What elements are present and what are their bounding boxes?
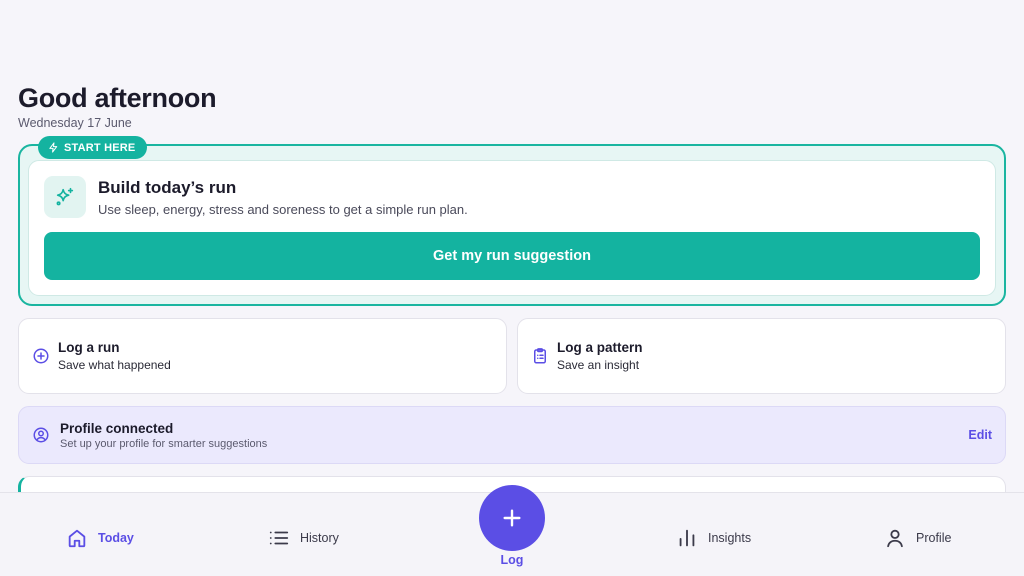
build-run-subtitle: Use sleep, energy, stress and soreness t…: [98, 202, 468, 217]
build-run-card: Build today’s run Use sleep, energy, str…: [28, 160, 996, 296]
nav-label-log[interactable]: Log: [479, 553, 545, 567]
log-pattern-subtitle: Save an insight: [557, 358, 640, 372]
user-icon: [887, 529, 903, 548]
nav-item-today[interactable]: Today: [66, 527, 134, 549]
log-run-title: Log a run: [58, 340, 120, 355]
log-pattern-card[interactable]: Log a pattern Save an insight: [517, 318, 1006, 394]
clipboard-list-icon: [534, 348, 546, 364]
log-run-card[interactable]: Log a run Save what happened: [18, 318, 507, 394]
log-pattern-title: Log a pattern: [557, 340, 643, 355]
log-run-subtitle: Save what happened: [58, 358, 171, 372]
home-icon: [68, 529, 86, 548]
bar-chart-icon: [679, 529, 695, 547]
sparkles-icon: [44, 176, 86, 218]
plus-circle-icon: [33, 348, 49, 364]
start-here-badge: START HERE: [38, 136, 148, 159]
nav-label-profile: Profile: [916, 531, 952, 545]
log-fab-button[interactable]: [479, 485, 545, 551]
nav-item-profile[interactable]: Profile: [884, 527, 951, 549]
nav-label-insights: Insights: [708, 531, 752, 545]
profile-banner-subtitle: Set up your profile for smarter suggesti…: [60, 438, 268, 450]
get-run-suggestion-button[interactable]: Get my run suggestion: [44, 232, 980, 280]
list-icon: [269, 531, 289, 545]
profile-connected-banner: Profile connected Set up your profile fo…: [18, 406, 1006, 464]
start-here-card: START HERE Build today’s run Use sleep, …: [18, 136, 1006, 306]
build-run-title: Build today’s run: [98, 178, 237, 197]
user-circle-icon: [33, 427, 49, 443]
zap-icon: [49, 142, 58, 153]
plus-icon: [503, 509, 521, 527]
nav-item-insights[interactable]: Insights: [676, 527, 751, 549]
page-title: Good afternoon: [18, 83, 217, 113]
edit-profile-link[interactable]: Edit: [968, 428, 992, 442]
nav-item-history[interactable]: History: [268, 527, 339, 549]
date-label: Wednesday 17 June: [18, 116, 132, 130]
nav-label-today: Today: [98, 531, 134, 545]
start-here-label: START HERE: [64, 141, 136, 154]
nav-label-history: History: [300, 531, 339, 545]
profile-banner-title: Profile connected: [60, 421, 174, 436]
